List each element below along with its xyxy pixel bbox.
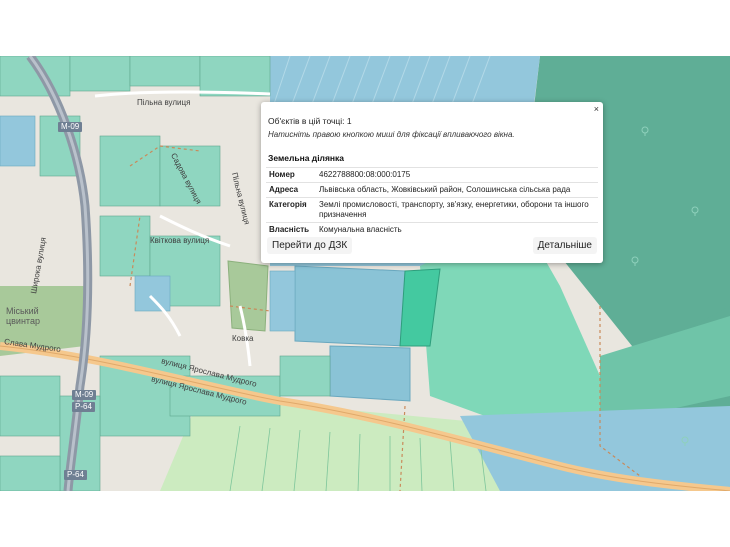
tree-icon (681, 436, 689, 446)
goto-dzk-button[interactable]: Перейти до ДЗК (267, 237, 353, 254)
popup-hint: Натисніть правою кнопкою миші для фіксац… (268, 130, 515, 139)
table-row: Власність Комунальна власність (266, 222, 598, 237)
table-row: Категорія Землі промисловості, транспорт… (266, 197, 598, 223)
industrial-parcel (329, 345, 411, 402)
objects-count: Об'єктів в цій точці: 1 (268, 116, 352, 126)
industrial-parcel (294, 265, 406, 347)
parcel-attributes-table: Номер 4622788800:08:000:0175 Адреса Льві… (266, 167, 598, 237)
road-shield: М-09 (58, 122, 83, 132)
street-label: Ковка (232, 334, 254, 343)
place-label: Міський цвинтар (6, 306, 40, 326)
road-shield: Р-64 (64, 470, 87, 480)
table-row: Номер 4622788800:08:000:0175 (266, 167, 598, 183)
attr-value: Комунальна власність (316, 222, 598, 237)
road-shield: Р-64 (72, 402, 95, 412)
attr-key: Адреса (266, 182, 316, 198)
details-button[interactable]: Детальніше (532, 237, 597, 254)
parcel-info-popup: × Об'єктів в цій точці: 1 Натисніть прав… (261, 102, 603, 263)
attr-value: 4622788800:08:000:0175 (316, 167, 598, 183)
section-title: Земельна ділянка (268, 153, 345, 163)
table-row: Адреса Львівська область, Жовківський ра… (266, 182, 598, 198)
attr-value: Львівська область, Жовківський район, Со… (316, 182, 598, 198)
attr-key: Номер (266, 167, 316, 183)
close-icon[interactable]: × (594, 104, 599, 114)
attr-key: Категорія (266, 197, 316, 223)
street-label: Квіткова вулиця (150, 236, 210, 245)
tree-icon (641, 126, 649, 136)
attr-value: Землі промисловості, транспорту, зв'язку… (316, 197, 598, 223)
attr-key: Власність (266, 222, 316, 237)
street-label: Пільна вулиця (137, 98, 191, 107)
green-parcel (227, 260, 269, 332)
road-shield: М-09 (72, 390, 97, 400)
tree-icon (631, 256, 639, 266)
tree-icon (691, 206, 699, 216)
